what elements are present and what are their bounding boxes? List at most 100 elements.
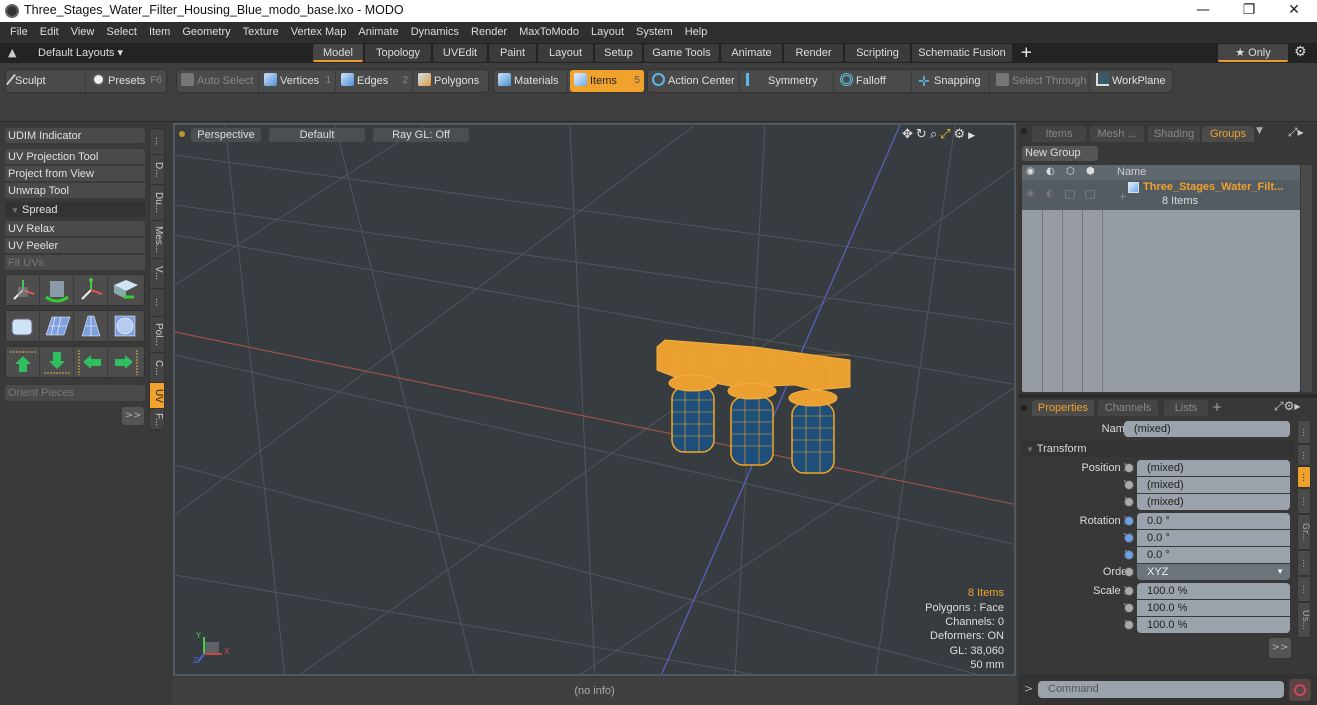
position-z-keyframe-dot[interactable] xyxy=(1124,497,1134,507)
row-select-checkbox[interactable] xyxy=(1085,190,1095,199)
orient-pieces-button[interactable]: Orient Pieces xyxy=(5,385,145,402)
left-vtab-1[interactable]: D... xyxy=(150,155,164,185)
menu-help[interactable]: Help xyxy=(679,22,714,43)
viewport-gear-icon[interactable]: ⚙ xyxy=(954,127,969,142)
group-name[interactable]: Three_Stages_Water_Filt... xyxy=(1143,181,1283,193)
right-vtab-5[interactable]: ... xyxy=(1297,550,1311,576)
sculpt-button[interactable]: Sculpt xyxy=(6,70,86,92)
properties-expand-icon[interactable]: ⤢⚙▸ xyxy=(1274,399,1300,414)
properties-options-dot[interactable] xyxy=(1021,405,1027,411)
more-tools-button[interactable]: >> xyxy=(122,407,144,425)
scale-z-field[interactable]: 100.0 % xyxy=(1137,617,1290,633)
left-vtab-8[interactable]: UV xyxy=(150,383,164,409)
items-button[interactable]: Items 5 xyxy=(570,70,645,92)
order-keyframe-dot[interactable] xyxy=(1124,567,1134,577)
groups-scrollbar[interactable] xyxy=(1301,165,1312,392)
scale-y-keyframe-dot[interactable] xyxy=(1124,603,1134,613)
rotation-x-field[interactable]: 0.0 ° xyxy=(1137,513,1290,529)
layout-tab-game-tools[interactable]: Game Tools xyxy=(644,44,719,62)
polygons-button[interactable]: Polygons xyxy=(414,70,489,92)
viewport-options-dot[interactable] xyxy=(179,131,185,137)
uv-cylinder-icon[interactable] xyxy=(6,311,40,341)
render-column-icon[interactable]: ◐ xyxy=(1046,166,1055,177)
expand-group-icon[interactable]: + xyxy=(1118,190,1127,203)
maximize-viewport-icon[interactable]: ⤢ xyxy=(940,127,953,142)
layout-tab-uvedit[interactable]: UVEdit xyxy=(433,44,487,62)
snapping-button[interactable]: ✛ Snapping xyxy=(914,70,990,92)
position-x-field[interactable]: (mixed) xyxy=(1137,460,1290,476)
align-right-icon[interactable] xyxy=(108,347,142,377)
panel-options-dot[interactable] xyxy=(1021,128,1027,134)
position-z-field[interactable]: (mixed) xyxy=(1137,494,1290,510)
visibility-column-icon[interactable]: ◉ xyxy=(1026,166,1035,177)
menu-item[interactable]: Item xyxy=(143,22,176,43)
menu-geometry[interactable]: Geometry xyxy=(176,22,236,43)
row-visibility-icon[interactable]: ◉ xyxy=(1026,188,1035,199)
pan-icon[interactable]: ✥ xyxy=(902,127,916,142)
expand-panel-icon[interactable]: ⤢▸ xyxy=(1288,125,1304,140)
add-tab-button[interactable]: + xyxy=(1212,400,1222,414)
scale-x-keyframe-dot[interactable] xyxy=(1124,586,1134,596)
uv-scale-tool-icon[interactable] xyxy=(74,275,108,305)
right-vtab-3[interactable]: ... xyxy=(1297,488,1311,514)
falloff-button[interactable]: Falloff xyxy=(836,70,912,92)
3d-viewport[interactable]: Perspective Default Ray GL: Off ✥↻⌕⤢⚙▶ Y… xyxy=(173,123,1016,676)
left-vtab-6[interactable]: Pol... xyxy=(150,317,164,353)
scale-x-field[interactable]: 100.0 % xyxy=(1137,583,1290,599)
udim-indicator-button[interactable]: UDIM Indicator xyxy=(5,128,145,144)
menu-view[interactable]: View xyxy=(65,22,101,43)
groups-tab-groups[interactable]: Groups xyxy=(1202,126,1254,142)
align-bottom-icon[interactable] xyxy=(40,347,74,377)
scale-y-field[interactable]: 100.0 % xyxy=(1137,600,1290,616)
minimize-button[interactable]: — xyxy=(1180,0,1226,22)
workplane-button[interactable]: WorkPlane xyxy=(1092,70,1172,92)
spread-section-header[interactable]: ▼ Spread xyxy=(5,202,145,218)
menu-dynamics[interactable]: Dynamics xyxy=(405,22,465,43)
maximize-button[interactable]: ❐ xyxy=(1226,0,1272,22)
right-vtab-6[interactable]: ... xyxy=(1297,576,1311,602)
position-x-keyframe-dot[interactable] xyxy=(1124,463,1134,473)
properties-tab-properties[interactable]: Properties xyxy=(1032,400,1094,416)
rotation-x-keyframe-dot[interactable] xyxy=(1124,516,1134,526)
new-group-button[interactable]: New Group xyxy=(1022,146,1098,161)
layout-tab-paint[interactable]: Paint xyxy=(489,44,536,62)
layout-arrow-icon[interactable]: ▲ xyxy=(8,46,16,59)
groups-tab-items[interactable]: Items xyxy=(1032,126,1086,142)
groups-tab-mesh[interactable]: Mesh ... xyxy=(1090,126,1144,142)
uv-sphere-icon[interactable] xyxy=(108,311,142,341)
menu-file[interactable]: File xyxy=(4,22,34,43)
rotate-icon[interactable]: ↻ xyxy=(916,127,930,142)
rotation-z-keyframe-dot[interactable] xyxy=(1124,550,1134,560)
record-button[interactable] xyxy=(1289,679,1311,701)
left-vtab-5[interactable]: ... xyxy=(150,289,164,317)
name-column-header[interactable]: Name xyxy=(1117,166,1146,178)
symmetry-button[interactable]: Symmetry xyxy=(742,70,834,92)
align-top-icon[interactable] xyxy=(6,347,40,377)
layout-tab-model[interactable]: Model xyxy=(313,44,363,62)
gear-icon[interactable]: ⚙ xyxy=(1294,44,1307,60)
layout-tab-schematic-fusion[interactable]: Schematic Fusion xyxy=(912,44,1012,62)
unwrap-tool-button[interactable]: Unwrap Tool xyxy=(5,183,145,199)
scale-z-keyframe-dot[interactable] xyxy=(1124,620,1134,630)
action-center-button[interactable]: Action Center xyxy=(648,70,740,92)
right-vtab-2[interactable]: ... xyxy=(1297,466,1311,488)
project-from-view-button[interactable]: Project from View xyxy=(5,166,145,182)
viewport-more-icon[interactable]: ▶ xyxy=(968,131,978,141)
rotation-y-keyframe-dot[interactable] xyxy=(1124,533,1134,543)
layout-tab-setup[interactable]: Setup xyxy=(595,44,642,62)
uv-planar-icon[interactable] xyxy=(40,311,74,341)
right-vtab-0[interactable]: ... xyxy=(1297,420,1311,444)
menu-system[interactable]: System xyxy=(630,22,679,43)
row-render-icon[interactable]: ◐ xyxy=(1046,188,1055,199)
uv-projection-tool-button[interactable]: UV Projection Tool xyxy=(5,149,145,165)
right-vtab-1[interactable]: ... xyxy=(1297,444,1311,466)
vertices-button[interactable]: Vertices 1 xyxy=(260,70,336,92)
select-column-icon[interactable]: ⬢ xyxy=(1086,166,1095,177)
left-vtab-0[interactable]: ... xyxy=(150,129,164,155)
left-vtab-2[interactable]: Du... xyxy=(150,185,164,221)
uv-relax-button[interactable]: UV Relax xyxy=(5,221,145,237)
select-through-button[interactable]: Select Through xyxy=(992,70,1090,92)
left-vtab-3[interactable]: Mes... xyxy=(150,221,164,259)
row-lock-checkbox[interactable] xyxy=(1065,190,1075,199)
right-vtab-7[interactable]: Us... xyxy=(1297,602,1311,638)
